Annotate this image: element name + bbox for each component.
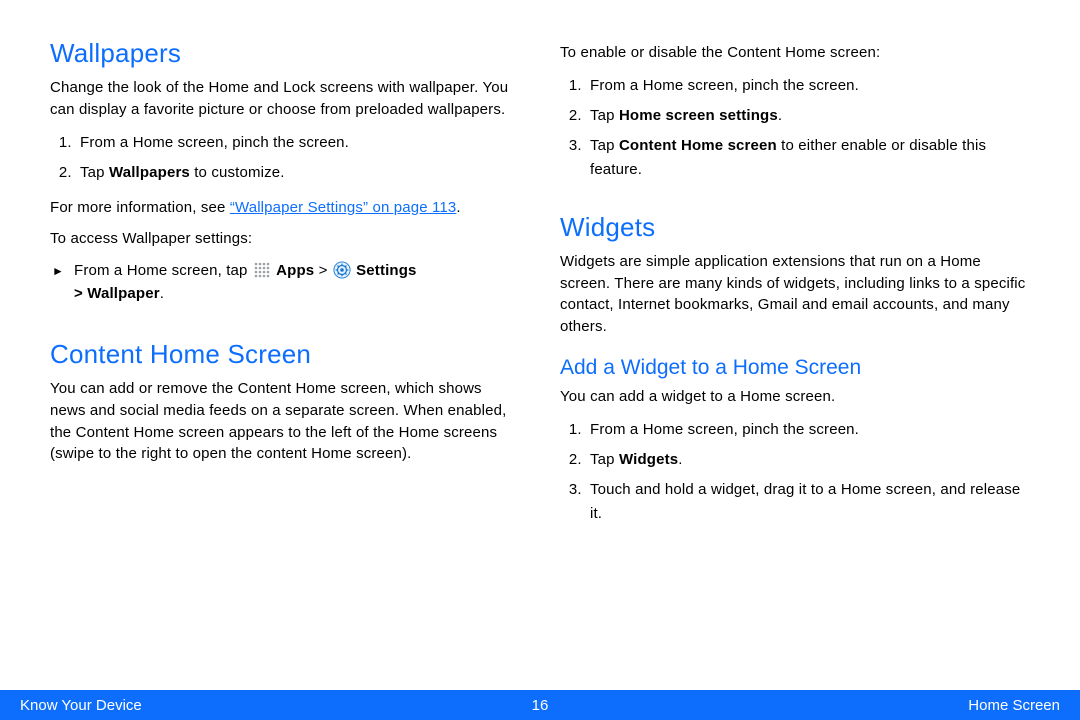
xref-post-text: . — [456, 199, 460, 216]
footer-page-number: 16 — [0, 697, 1080, 714]
content-home-steps-intro: To enable or disable the Content Home sc… — [560, 42, 1030, 64]
step-text: Touch and hold a widget, drag it to a Ho… — [590, 481, 1020, 522]
add-widget-steps: From a Home screen, pinch the screen. Ta… — [586, 418, 1030, 526]
list-item: Tap Wallpapers to customize. — [76, 161, 520, 185]
content-home-description: You can add or remove the Content Home s… — [50, 378, 520, 465]
step-text: . — [678, 451, 682, 468]
wallpapers-crossref: For more information, see “Wallpaper Set… — [50, 197, 520, 219]
wallpaper-path-label: > Wallpaper — [74, 285, 160, 302]
step-bold: Widgets — [619, 451, 678, 468]
step-text: Tap — [590, 137, 619, 154]
right-column: To enable or disable the Content Home sc… — [560, 38, 1030, 680]
add-widget-description: You can add a widget to a Home screen. — [560, 386, 1030, 408]
list-item: Touch and hold a widget, drag it to a Ho… — [586, 478, 1030, 526]
settings-label: Settings — [356, 262, 416, 279]
page-footer: Know Your Device 16 Home Screen — [0, 690, 1080, 720]
list-item: From a Home screen, pinch the screen. — [586, 418, 1030, 442]
apps-label: Apps — [276, 262, 314, 279]
wallpapers-steps: From a Home screen, pinch the screen. Ta… — [76, 131, 520, 185]
step-bold: Home screen settings — [619, 107, 778, 124]
list-item: From a Home screen, pinch the screen. — [586, 74, 1030, 98]
add-widget-heading: Add a Widget to a Home Screen — [560, 356, 1030, 380]
widgets-heading: Widgets — [560, 212, 1030, 243]
content-home-heading: Content Home Screen — [50, 339, 520, 370]
wallpapers-access-intro: To access Wallpaper settings: — [50, 228, 520, 250]
bullet-post: . — [160, 285, 164, 302]
gt-sep: > — [314, 262, 332, 279]
step-text: Tap — [80, 164, 109, 181]
step-text: From a Home screen, pinch the screen. — [590, 77, 859, 94]
footer-section-label: Know Your Device — [20, 697, 142, 714]
step-text: . — [778, 107, 782, 124]
widgets-description: Widgets are simple application extension… — [560, 251, 1030, 338]
list-item: Tap Widgets. — [586, 448, 1030, 472]
footer-topic-label: Home Screen — [968, 697, 1060, 714]
left-column: Wallpapers Change the look of the Home a… — [50, 38, 520, 680]
xref-pre-text: For more information, see — [50, 199, 230, 216]
manual-page: Wallpapers Change the look of the Home a… — [0, 0, 1080, 680]
step-text: Tap — [590, 107, 619, 124]
step-bold: Content Home screen — [619, 137, 777, 154]
wallpapers-description: Change the look of the Home and Lock scr… — [50, 77, 520, 121]
list-item: Tap Home screen settings. — [586, 104, 1030, 128]
settings-gear-icon — [333, 261, 351, 279]
wallpapers-access-bullet: From a Home screen, tap Apps > — [74, 260, 520, 305]
content-home-steps: From a Home screen, pinch the screen. Ta… — [586, 74, 1030, 182]
wallpapers-heading: Wallpapers — [50, 38, 520, 69]
list-item: Tap Content Home screen to either enable… — [586, 134, 1030, 182]
step-text: Tap — [590, 451, 619, 468]
step-text: From a Home screen, pinch the screen. — [80, 134, 349, 151]
wallpaper-settings-link[interactable]: “Wallpaper Settings” on page 113 — [230, 199, 457, 216]
apps-grid-icon — [254, 262, 270, 278]
bullet-text: From a Home screen, tap — [74, 262, 252, 279]
step-text: to customize. — [190, 164, 285, 181]
step-bold: Wallpapers — [109, 164, 190, 181]
list-item: From a Home screen, pinch the screen. — [76, 131, 520, 155]
step-text: From a Home screen, pinch the screen. — [590, 421, 859, 438]
